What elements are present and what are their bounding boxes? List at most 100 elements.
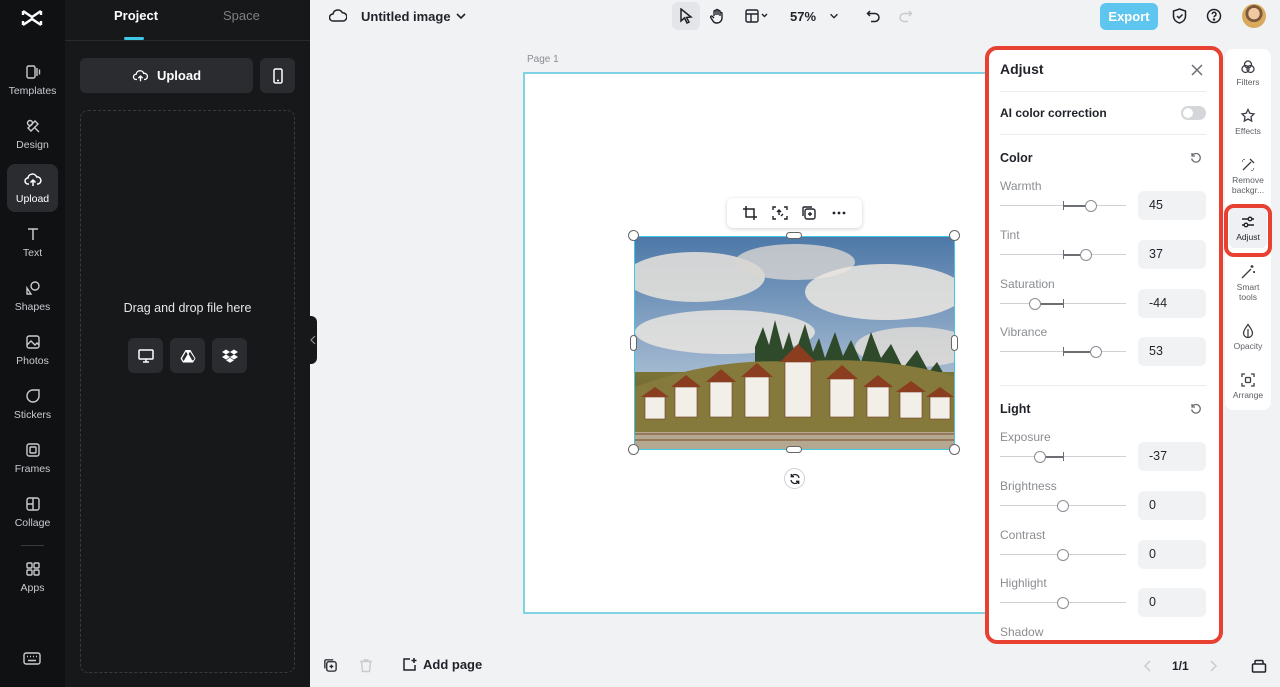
tool-adjust[interactable]: Adjust (1229, 208, 1267, 248)
vibrance-value-input[interactable]: 53 (1138, 337, 1206, 366)
export-button[interactable]: Export (1100, 3, 1158, 30)
tab-space[interactable]: Space (223, 8, 260, 23)
resize-handle-left[interactable] (630, 335, 637, 351)
next-page-icon[interactable] (1208, 660, 1218, 672)
smart-tools-icon (1241, 265, 1255, 279)
nav-item-frames[interactable]: Frames (7, 434, 58, 482)
close-icon[interactable] (1190, 63, 1204, 77)
tint-value-input[interactable]: 37 (1138, 240, 1206, 269)
ai-color-correction-toggle[interactable] (1181, 106, 1206, 120)
brightness-thumb[interactable] (1057, 500, 1069, 512)
zoom-dropdown-button[interactable] (825, 2, 843, 30)
highlight-thumb[interactable] (1057, 597, 1069, 609)
exposure-thumb[interactable] (1034, 451, 1046, 463)
dropbox-icon (221, 349, 238, 363)
redo-button[interactable] (893, 2, 917, 30)
tool-opacity[interactable]: Opacity (1225, 323, 1271, 352)
exposure-center-tick (1063, 452, 1064, 461)
resize-handle-bottom-right[interactable] (949, 444, 960, 455)
opacity-icon (1242, 323, 1254, 339)
photos-icon (25, 334, 40, 349)
zoom-level[interactable]: 57% (790, 9, 816, 24)
nav-item-upload[interactable]: Upload (7, 164, 58, 212)
upload-sources (128, 338, 247, 373)
nav-item-design[interactable]: Design (7, 110, 58, 158)
cloud-sync-icon[interactable] (329, 8, 347, 24)
select-tool-button[interactable] (672, 2, 700, 30)
resize-handle-right[interactable] (951, 335, 958, 351)
tab-project[interactable]: Project (114, 8, 158, 23)
add-page-button[interactable]: Add page (402, 657, 482, 672)
resize-handle-bottom[interactable] (786, 446, 802, 453)
contrast-label: Contrast (1000, 528, 1046, 542)
rotate-handle[interactable] (784, 468, 805, 489)
tool-filters[interactable]: Filters (1225, 59, 1271, 88)
tool-smart-tools[interactable]: Smart tools (1225, 264, 1271, 302)
shield-button[interactable] (1168, 2, 1190, 30)
upload-button[interactable]: Upload (80, 58, 253, 93)
nav-label: Text (22, 246, 43, 259)
resize-handle-top[interactable] (786, 232, 802, 239)
replace-image-icon[interactable] (771, 205, 788, 221)
upload-from-computer-button[interactable] (128, 338, 163, 373)
templates-icon (25, 64, 40, 79)
keyboard-icon[interactable] (21, 648, 43, 670)
monitor-icon (137, 348, 154, 363)
upload-from-phone-button[interactable] (260, 58, 295, 93)
document-title[interactable]: Untitled image (361, 9, 451, 24)
nav-item-apps[interactable]: Apps (7, 553, 58, 601)
nav-item-text[interactable]: Text (7, 218, 58, 266)
tool-remove-background[interactable]: Remove backgr... (1225, 157, 1271, 195)
tool-arrange[interactable]: Arrange (1225, 372, 1271, 401)
help-button[interactable] (1203, 2, 1225, 30)
resize-handle-bottom-left[interactable] (628, 444, 639, 455)
hand-tool-button[interactable] (703, 2, 731, 30)
contrast-thumb[interactable] (1057, 549, 1069, 561)
tool-effects[interactable]: Effects (1225, 108, 1271, 137)
tool-label: Filters (1236, 77, 1260, 87)
saturation-thumb[interactable] (1029, 298, 1041, 310)
page-label: Page 1 (527, 54, 559, 65)
crop-icon[interactable] (742, 205, 758, 221)
nav-item-stickers[interactable]: Stickers (7, 380, 58, 428)
file-dropzone[interactable]: Drag and drop file here (80, 110, 295, 673)
layout-menu-button[interactable] (740, 2, 774, 30)
highlight-value-input[interactable]: 0 (1138, 588, 1206, 617)
layers-panel-icon[interactable] (1251, 658, 1267, 673)
brightness-value-input[interactable]: 0 (1138, 491, 1206, 520)
collapse-panel-handle[interactable] (308, 316, 317, 364)
tint-thumb[interactable] (1080, 249, 1092, 261)
resize-handle-top-left[interactable] (628, 230, 639, 241)
saturation-value-input[interactable]: -44 (1138, 289, 1206, 318)
duplicate-icon[interactable] (801, 205, 817, 221)
saturation-label: Saturation (1000, 277, 1055, 291)
reset-icon[interactable] (1190, 152, 1202, 164)
warmth-thumb[interactable] (1085, 200, 1097, 212)
undo-button[interactable] (861, 2, 885, 30)
nav-label: Apps (20, 581, 45, 594)
nav-item-photos[interactable]: Photos (7, 326, 58, 374)
upload-icon (23, 172, 42, 186)
top-toolbar: Untitled image 57% Export (310, 0, 1280, 33)
nav-item-templates[interactable]: Templates (7, 56, 58, 104)
dropzone-text: Drag and drop file here (123, 301, 252, 315)
user-avatar[interactable] (1242, 4, 1266, 28)
contrast-value-input[interactable]: 0 (1138, 540, 1206, 569)
resize-handle-top-right[interactable] (949, 230, 960, 241)
more-options-icon[interactable] (831, 205, 847, 221)
nav-item-collage[interactable]: Collage (7, 488, 58, 536)
nav-item-shapes[interactable]: Shapes (7, 272, 58, 320)
chevron-down-icon[interactable] (454, 9, 468, 23)
previous-page-icon[interactable] (1143, 660, 1153, 672)
vibrance-thumb[interactable] (1090, 346, 1102, 358)
upload-from-google-drive-button[interactable] (170, 338, 205, 373)
reset-icon[interactable] (1190, 403, 1202, 415)
delete-page-icon[interactable] (359, 658, 373, 673)
exposure-value-input[interactable]: -37 (1138, 442, 1206, 471)
duplicate-page-icon[interactable] (323, 658, 338, 673)
selected-image[interactable] (634, 236, 955, 450)
divider (1000, 134, 1206, 135)
warmth-value-input[interactable]: 45 (1138, 191, 1206, 220)
capcut-logo-icon[interactable] (20, 6, 44, 30)
upload-from-dropbox-button[interactable] (212, 338, 247, 373)
